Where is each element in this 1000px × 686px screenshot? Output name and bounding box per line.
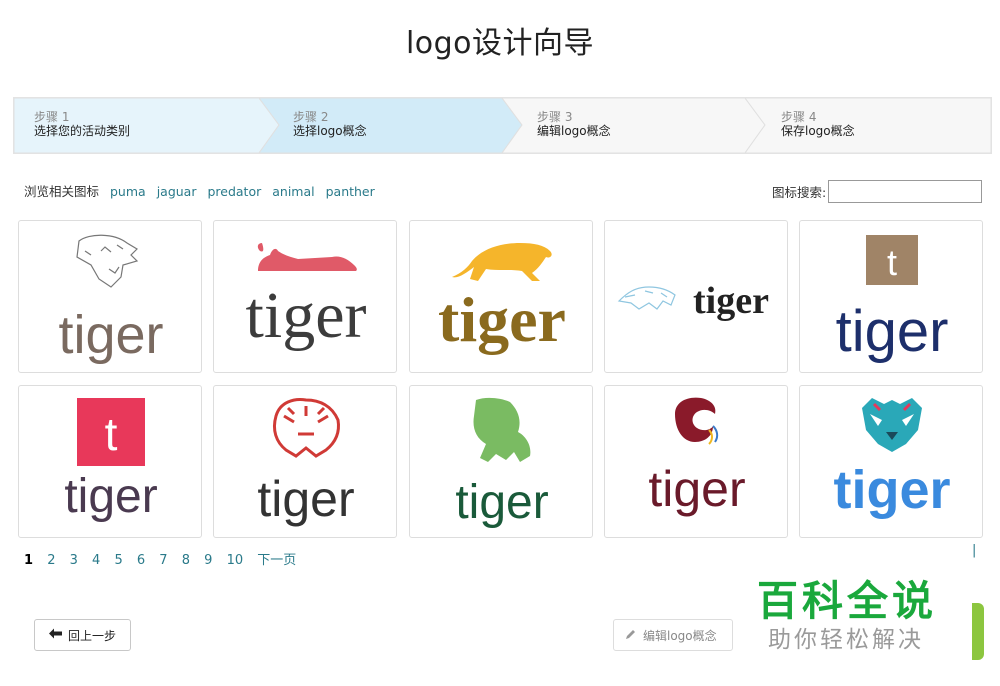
tag-link-predator[interactable]: predator xyxy=(207,184,261,199)
step-1-label: 选择您的活动类别 xyxy=(34,124,131,138)
related-icons-bar: 浏览相关图标 puma jaguar predator animal panth… xyxy=(24,181,375,200)
logo-icon-letter: t xyxy=(887,242,897,283)
page-link[interactable]: 6 xyxy=(137,553,145,568)
edit-logo-button[interactable]: 编辑logo概念 xyxy=(613,619,733,651)
page-link[interactable]: 10 xyxy=(227,553,244,568)
step-3-number: 步骤 3 xyxy=(537,110,573,124)
logo-card[interactable]: tiger xyxy=(799,385,983,538)
step-4-label: 保存logo概念 xyxy=(781,124,855,138)
page-link[interactable]: 5 xyxy=(114,553,122,568)
logo-wordmark: tiger xyxy=(64,470,157,523)
logo-card[interactable]: tiger xyxy=(604,385,788,538)
step-3[interactable]: 步骤 3 编辑logo概念 xyxy=(502,98,766,153)
logo-card[interactable]: tiger xyxy=(213,220,397,373)
lying-cat-red-icon xyxy=(257,243,357,271)
next-page-link[interactable]: 下一页 xyxy=(257,553,296,568)
logo-wordmark: tiger xyxy=(693,280,769,322)
logo-card[interactable]: tiger xyxy=(409,385,593,538)
green-crouching-panther-icon xyxy=(473,397,531,462)
logo-wordmark: tiger xyxy=(246,279,367,352)
page-link[interactable]: 3 xyxy=(70,553,78,568)
icon-search-label: 图标搜索: xyxy=(772,185,827,200)
step-4[interactable]: 步骤 4 保存logo概念 xyxy=(745,98,991,153)
logo-card[interactable]: tiger xyxy=(604,220,788,373)
blue-sketch-panther-icon xyxy=(617,286,676,310)
arrow-left-icon xyxy=(48,628,62,642)
icon-search-input[interactable] xyxy=(828,180,983,203)
logo-wordmark: tiger xyxy=(58,305,163,365)
tag-link-panther[interactable]: panther xyxy=(326,184,375,199)
tag-link-puma[interactable]: puma xyxy=(110,184,146,199)
watermark-subtitle: 助你轻松解决 xyxy=(768,627,924,653)
back-button[interactable]: 回上一步 xyxy=(34,619,131,651)
pencil-icon xyxy=(625,628,637,643)
step-1[interactable]: 步骤 1 选择您的活动类别 xyxy=(14,98,280,153)
step-4-number: 步骤 4 xyxy=(781,110,817,124)
page-link[interactable]: 9 xyxy=(204,553,212,568)
step-1-number: 步骤 1 xyxy=(34,110,70,124)
tag-link-animal[interactable]: animal xyxy=(272,184,314,199)
logo-card[interactable]: t tiger xyxy=(799,220,983,373)
shrimp-icon xyxy=(675,397,719,445)
step-2[interactable]: 步骤 2 选择logo概念 xyxy=(259,98,523,153)
pager-end-glyph: | xyxy=(972,543,977,558)
next-button-edge[interactable] xyxy=(972,603,984,660)
page-title: logo设计向导 xyxy=(405,26,595,61)
page-link[interactable]: 7 xyxy=(159,553,167,568)
page-current: 1 xyxy=(24,553,34,568)
step-3-label: 编辑logo概念 xyxy=(537,124,611,138)
related-icons-label: 浏览相关图标 xyxy=(24,184,100,199)
step-2-number: 步骤 2 xyxy=(293,110,329,124)
page-link[interactable]: 4 xyxy=(92,553,100,568)
logo-wordmark: tiger xyxy=(257,471,354,527)
teal-geometric-tiger-head-icon xyxy=(862,398,922,452)
logo-wordmark: tiger xyxy=(438,284,566,355)
back-button-label: 回上一步 xyxy=(67,628,116,643)
pagination: 1 2 3 4 5 6 7 8 9 10 下一页 xyxy=(24,549,306,568)
logo-card[interactable]: tiger xyxy=(409,220,593,373)
tag-link-jaguar[interactable]: jaguar xyxy=(157,184,197,199)
icon-search: 图标搜索: xyxy=(772,180,983,203)
step-2-label: 选择logo概念 xyxy=(293,124,367,138)
edit-logo-button-label: 编辑logo概念 xyxy=(643,628,717,643)
logo-card[interactable]: t tiger xyxy=(18,385,202,538)
logo-card[interactable]: tiger xyxy=(213,385,397,538)
page-link[interactable]: 2 xyxy=(47,553,55,568)
logo-icon-letter: t xyxy=(105,408,118,460)
logo-wordmark: tiger xyxy=(836,299,949,364)
jumping-panther-orange-icon xyxy=(452,243,552,281)
roaring-tiger-head-sketch-icon xyxy=(76,234,139,288)
logo-wordmark: tiger xyxy=(833,460,950,520)
logo-wordmark: tiger xyxy=(648,461,745,517)
logo-wordmark: tiger xyxy=(455,476,548,529)
page-link[interactable]: 8 xyxy=(182,553,190,568)
logo-card[interactable]: tiger xyxy=(18,220,202,373)
step-wizard: 步骤 1 选择您的活动类别 步骤 2 选择logo概念 步骤 3 编辑logo概… xyxy=(13,97,992,154)
watermark-title: 百科全说 xyxy=(757,577,937,625)
red-tribal-tiger-head-icon xyxy=(272,398,340,458)
